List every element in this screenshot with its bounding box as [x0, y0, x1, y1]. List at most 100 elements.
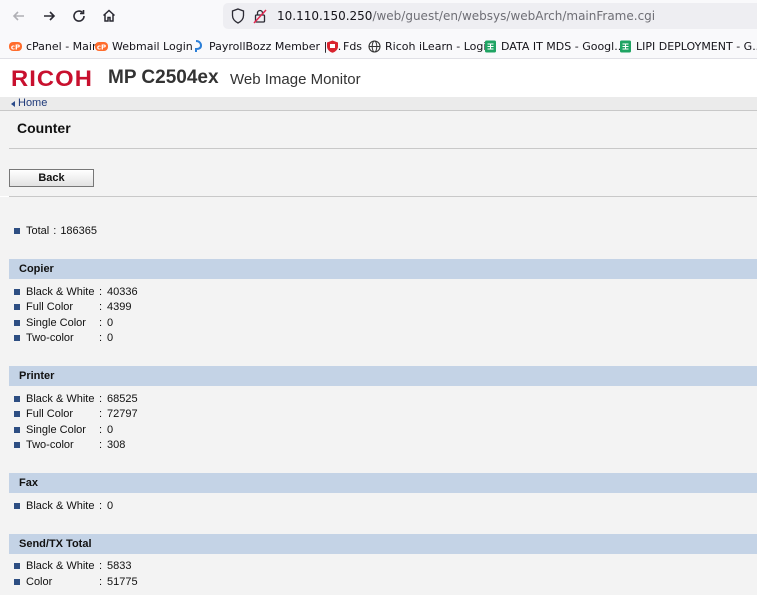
total-label: Total — [26, 224, 50, 237]
row-value: 40336 — [107, 285, 138, 298]
breadcrumb: Home — [0, 97, 757, 111]
insecure-lock-icon[interactable] — [253, 8, 267, 24]
bookmark-payrollbozz[interactable]: PayrollBozz Member | ... — [192, 38, 341, 54]
bullet-icon — [14, 578, 20, 585]
separator: : — [99, 559, 103, 572]
separator: : — [99, 285, 103, 298]
separator: : — [99, 300, 103, 313]
separator: : — [99, 575, 103, 588]
counter-row: Two-color:0 — [14, 331, 113, 344]
section-header-send-tx: Send/TX Total — [9, 534, 757, 554]
counter-row: Black & White:68525 — [14, 392, 138, 405]
section-header-printer: Printer — [9, 366, 757, 386]
bullet-icon — [14, 303, 20, 310]
counter-row: Two-color:308 — [14, 438, 125, 451]
chevron-left-icon — [11, 101, 15, 107]
payroll-icon — [192, 39, 205, 53]
bullet-icon — [14, 426, 20, 433]
separator: : — [99, 423, 103, 436]
bullet-icon — [14, 502, 20, 509]
bookmark-cpanel[interactable]: cP cPanel - Main — [9, 38, 99, 54]
bookmark-label: Fds — [343, 39, 363, 53]
bullet-icon — [14, 288, 20, 295]
bookmark-label: Ricoh iLearn - Login — [385, 39, 494, 53]
counter-row: Full Color:72797 — [14, 407, 138, 420]
home-icon[interactable] — [99, 6, 119, 26]
row-value: 5833 — [107, 559, 132, 572]
shield-red-icon — [326, 40, 339, 53]
bullet-icon — [14, 395, 20, 402]
row-label: Single Color — [26, 316, 86, 329]
forward-arrow-icon[interactable] — [39, 6, 59, 26]
cpanel-icon: cP — [9, 40, 22, 53]
google-sheets-icon — [619, 40, 632, 53]
google-sheets-icon — [484, 40, 497, 53]
separator: : — [99, 499, 103, 512]
bookmark-webmail[interactable]: cP Webmail Login — [95, 38, 193, 54]
bookmark-label: Webmail Login — [112, 39, 193, 53]
row-label: Color — [26, 575, 53, 588]
row-value: 308 — [107, 438, 126, 451]
counter-row: Black & White:5833 — [14, 559, 131, 572]
bullet-icon — [14, 334, 20, 341]
row-value: 4399 — [107, 300, 132, 313]
row-label: Full Color — [26, 300, 74, 313]
app-name: Web Image Monitor — [230, 71, 361, 88]
section-header-copier: Copier — [9, 259, 757, 279]
reload-icon[interactable] — [69, 6, 89, 26]
row-value: 72797 — [107, 407, 138, 420]
browser-toolbar: 10.110.150.250/web/guest/en/websys/webAr… — [0, 0, 757, 32]
bookmark-label: LIPI DEPLOYMENT - G... — [636, 39, 757, 53]
row-label: Black & White — [26, 285, 95, 298]
bullet-icon — [14, 410, 20, 417]
separator: : — [53, 224, 57, 237]
row-value: 68525 — [107, 392, 138, 405]
row-value: 0 — [107, 423, 114, 436]
home-link[interactable]: Home — [18, 97, 47, 109]
title-area: Counter Back — [0, 111, 757, 197]
counter-row: Single Color:0 — [14, 423, 113, 436]
divider — [9, 148, 757, 149]
svg-text:cP: cP — [97, 43, 106, 51]
cpanel-icon: cP — [95, 40, 108, 53]
counter-row: Color:51775 — [14, 575, 138, 588]
counter-row: Black & White:0 — [14, 499, 113, 512]
section-header-fax: Fax — [9, 473, 757, 493]
page-header: RICOH MP C2504ex Web Image Monitor — [0, 60, 757, 97]
bullet-icon — [14, 562, 20, 569]
bookmark-fds[interactable]: Fds — [326, 38, 362, 54]
url-path: /web/guest/en/websys/webArch/mainFrame.c… — [372, 9, 656, 23]
counter-row: Single Color:0 — [14, 316, 113, 329]
address-bar[interactable]: 10.110.150.250/web/guest/en/websys/webAr… — [223, 3, 757, 29]
bookmark-lipi-deployment[interactable]: LIPI DEPLOYMENT - G... — [619, 38, 757, 54]
separator: : — [99, 316, 103, 329]
row-label: Full Color — [26, 407, 74, 420]
row-label: Black & White — [26, 559, 95, 572]
globe-icon — [368, 39, 381, 53]
row-label: Black & White — [26, 392, 95, 405]
url-text[interactable]: 10.110.150.250/web/guest/en/websys/webAr… — [277, 9, 655, 23]
back-arrow-icon[interactable] — [9, 6, 29, 26]
back-button[interactable]: Back — [9, 169, 94, 187]
bookmark-ricoh-ilearn[interactable]: Ricoh iLearn - Login — [368, 38, 493, 54]
page-title: Counter — [17, 120, 71, 136]
svg-text:cP: cP — [11, 43, 20, 51]
counter-content: Total : 186365 Copier Black & White:4033… — [0, 197, 757, 595]
total-row: Total : 186365 — [14, 224, 97, 237]
bookmark-label: cPanel - Main — [26, 39, 99, 53]
row-value: 0 — [107, 316, 114, 329]
bullet-icon — [14, 441, 20, 448]
separator: : — [99, 392, 103, 405]
row-label: Two-color — [26, 438, 74, 451]
separator: : — [99, 407, 103, 420]
row-label: Single Color — [26, 423, 86, 436]
bullet-icon — [14, 227, 20, 234]
row-value: 0 — [107, 331, 114, 344]
ricoh-logo: RICOH — [11, 66, 93, 91]
tracking-shield-icon[interactable] — [231, 8, 245, 24]
bookmark-data-it-mds[interactable]: DATA IT MDS - Googl... — [484, 38, 625, 54]
counter-row: Full Color:4399 — [14, 300, 131, 313]
row-label: Black & White — [26, 499, 95, 512]
total-value: 186365 — [60, 224, 98, 237]
row-value: 51775 — [107, 575, 138, 588]
